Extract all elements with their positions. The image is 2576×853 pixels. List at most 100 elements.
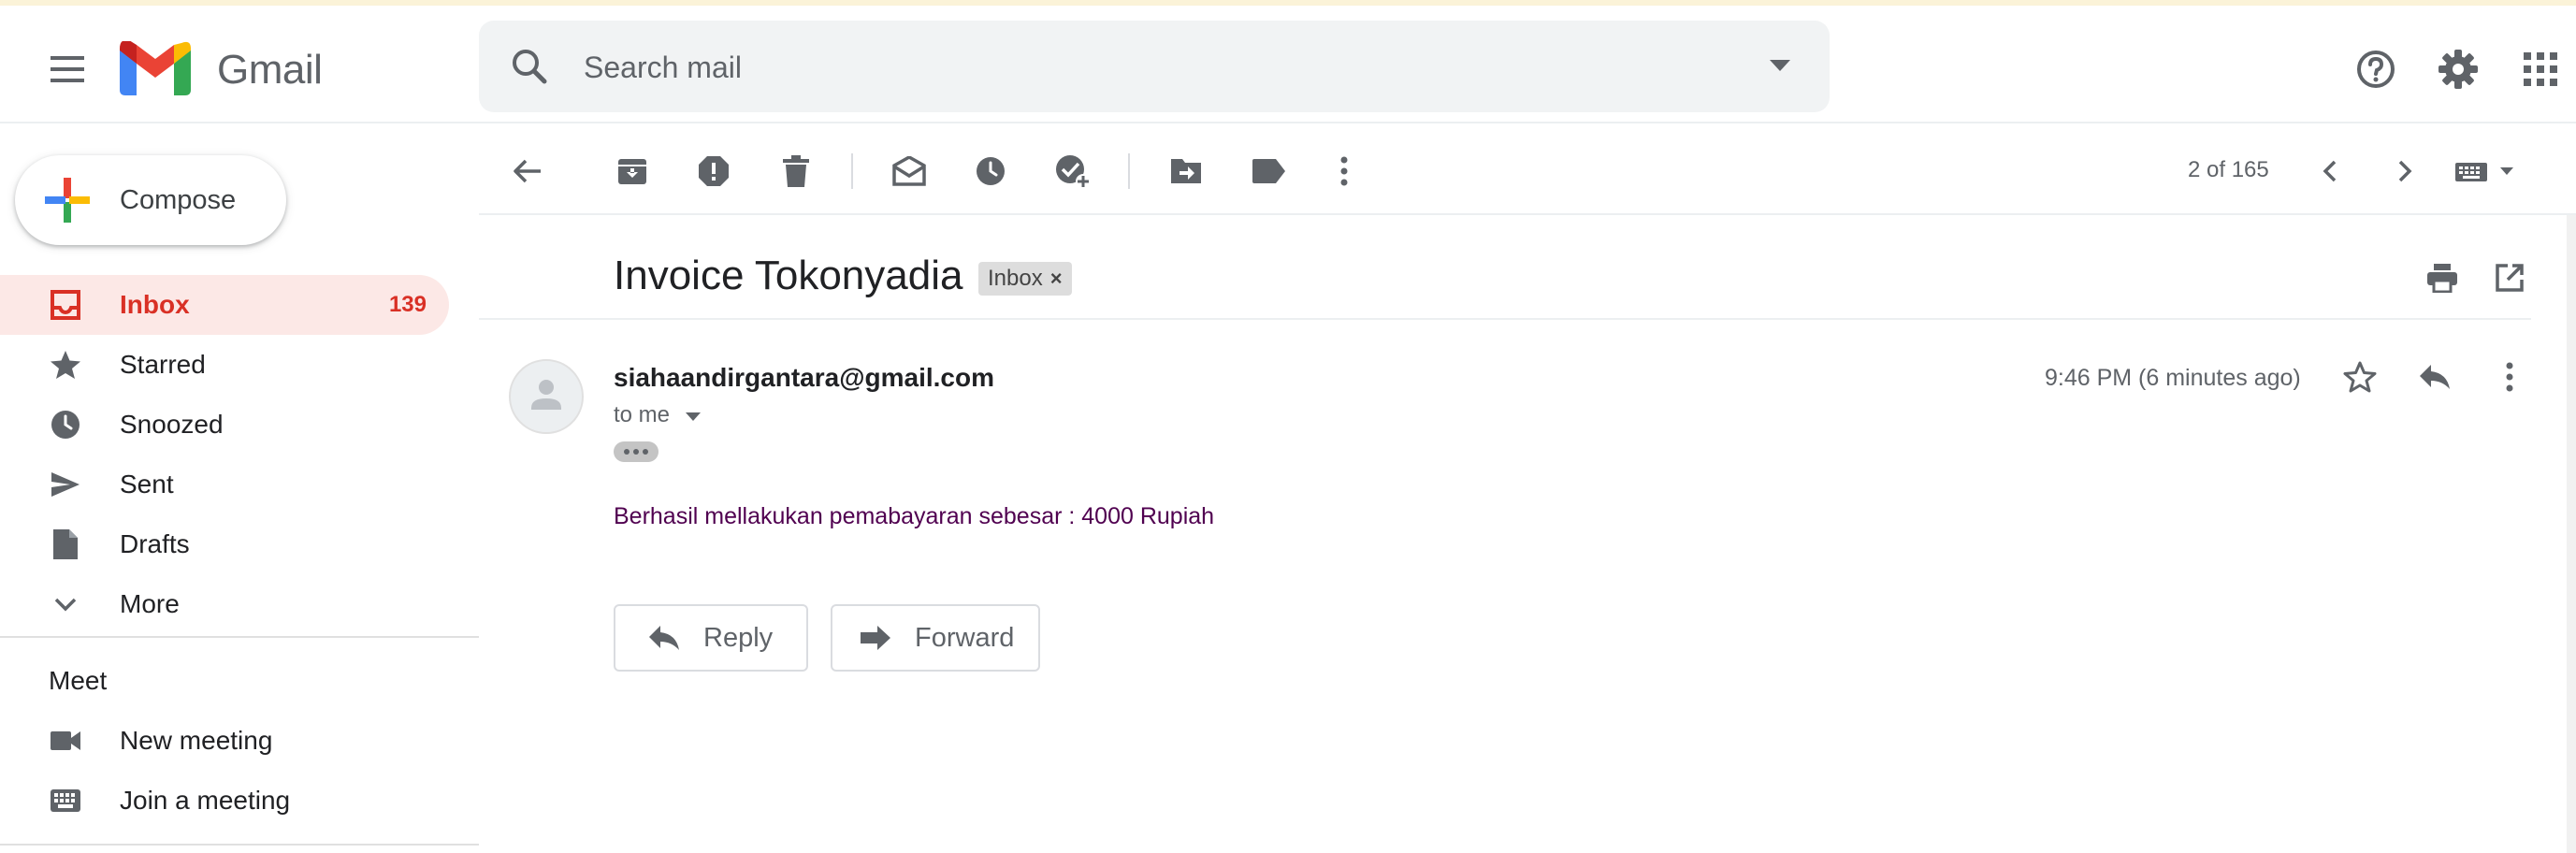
sender-email[interactable]: siahaandirgantara@gmail.com [614, 363, 994, 393]
sidebar-item-more[interactable]: More [0, 574, 449, 634]
video-icon [51, 731, 80, 750]
search-options-caret-icon[interactable] [1768, 56, 1792, 75]
ellipsis-dot [643, 449, 648, 455]
sidebar-item-inbox[interactable]: Inbox 139 [0, 275, 449, 335]
sidebar-item-drafts[interactable]: Drafts [0, 514, 449, 574]
search-bar[interactable]: Search mail [479, 21, 1830, 112]
more-actions-button[interactable] [1323, 150, 1366, 193]
message-subject: Invoice Tokonyadia [614, 253, 963, 298]
app-name: Gmail [217, 47, 323, 93]
sidebar-item-snoozed[interactable]: Snoozed [0, 395, 449, 455]
open-in-new-icon [2496, 264, 2524, 292]
gear-icon [2439, 50, 2478, 89]
send-icon [51, 472, 80, 497]
star-message-button[interactable] [2338, 355, 2381, 398]
forward-button[interactable]: Forward [831, 604, 1040, 672]
add-task-icon [1056, 155, 1091, 189]
star-icon [51, 351, 80, 379]
sidebar-item-label: Starred [120, 350, 206, 379]
sidebar-item-join-meeting[interactable]: Join a meeting [0, 771, 449, 831]
avatar[interactable] [509, 359, 584, 434]
newer-button[interactable] [2308, 150, 2352, 193]
move-to-button[interactable] [1165, 150, 1208, 193]
trash-icon [783, 155, 809, 187]
chevron-left-icon [2323, 160, 2337, 182]
snooze-button[interactable] [969, 150, 1012, 193]
message-timestamp: 9:46 PM (6 minutes ago) [2045, 365, 2301, 391]
sidebar-item-label: Sent [120, 470, 174, 499]
report-spam-button[interactable] [692, 150, 735, 193]
gmail-logo-icon[interactable] [120, 41, 191, 95]
sidebar-item-label: Inbox [120, 290, 190, 319]
sidebar-bottom-divider [0, 844, 479, 846]
clock-icon [51, 411, 80, 439]
chevron-right-icon [2398, 160, 2412, 182]
person-icon [531, 380, 561, 410]
message-more-button[interactable] [2488, 355, 2531, 398]
forward-label: Forward [915, 622, 1015, 653]
show-trimmed-content-button[interactable] [614, 441, 658, 462]
sidebar-item-label: More [120, 589, 180, 618]
label-chip-inbox[interactable]: Inbox × [978, 262, 1072, 296]
remove-label-icon[interactable]: × [1050, 267, 1063, 291]
star-outline-icon [2343, 361, 2377, 393]
sidebar-item-label: Snoozed [120, 410, 224, 439]
arrow-back-icon [514, 159, 541, 183]
toolbar-divider [479, 213, 2576, 215]
unread-count-badge: 139 [388, 292, 427, 317]
plus-icon [45, 178, 90, 223]
ellipsis-dot [633, 449, 639, 455]
compose-button[interactable]: Compose [15, 155, 286, 245]
print-all-button[interactable] [2421, 256, 2464, 299]
report-spam-icon [699, 156, 729, 186]
delete-button[interactable] [774, 150, 818, 193]
scrollbar[interactable] [2567, 215, 2576, 853]
message-body: Berhasil mellakukan pemabayaran sebesar … [614, 503, 1215, 529]
input-tools-button[interactable] [2453, 150, 2524, 193]
sidebar-item-label: Drafts [120, 529, 190, 558]
sidebar-item-starred[interactable]: Starred [0, 335, 449, 395]
sidebar-item-label: New meeting [120, 726, 273, 755]
sidebar-item-new-meeting[interactable]: New meeting [0, 711, 449, 771]
add-to-tasks-button[interactable] [1051, 150, 1094, 193]
labels-button[interactable] [1247, 150, 1290, 193]
mark-unread-button[interactable] [888, 150, 931, 193]
sidebar-item-label: Join a meeting [120, 786, 291, 815]
ellipsis-dot [624, 449, 630, 455]
app-header: Gmail Search mail [0, 6, 2576, 123]
show-details-caret-icon[interactable] [685, 410, 702, 423]
snooze-clock-icon [977, 157, 1005, 185]
move-to-folder-icon [1171, 159, 1201, 183]
archive-button[interactable] [611, 150, 654, 193]
older-button[interactable] [2383, 150, 2426, 193]
reply-icon [649, 626, 679, 650]
reply-icon-button[interactable] [2413, 355, 2456, 398]
label-icon [1252, 159, 1285, 183]
more-vert-icon [2506, 362, 2513, 392]
search-input[interactable]: Search mail [584, 51, 742, 85]
print-icon [2427, 264, 2457, 293]
sidebar-divider [0, 636, 479, 638]
help-icon [2357, 51, 2395, 88]
compose-label: Compose [120, 185, 237, 215]
apps-button[interactable] [2514, 43, 2567, 95]
keyboard-icon [51, 789, 80, 812]
reply-label: Reply [703, 622, 774, 653]
support-button[interactable] [2350, 43, 2402, 95]
subject-divider [479, 318, 2531, 320]
back-button[interactable] [506, 150, 549, 193]
input-keyboard-icon [2455, 163, 2513, 181]
more-vert-icon [1340, 156, 1348, 186]
toolbar-separator [851, 153, 853, 189]
open-new-window-button[interactable] [2488, 256, 2531, 299]
search-icon[interactable] [507, 44, 552, 89]
label-chip-text: Inbox [988, 266, 1043, 291]
reply-icon [2420, 365, 2450, 389]
main-menu-button[interactable] [41, 43, 94, 95]
inbox-icon [51, 290, 80, 320]
recipient-label: to me [614, 402, 671, 427]
reply-button[interactable]: Reply [614, 604, 808, 672]
sidebar-item-sent[interactable]: Sent [0, 455, 449, 514]
settings-button[interactable] [2432, 43, 2484, 95]
draft-icon [53, 529, 78, 559]
